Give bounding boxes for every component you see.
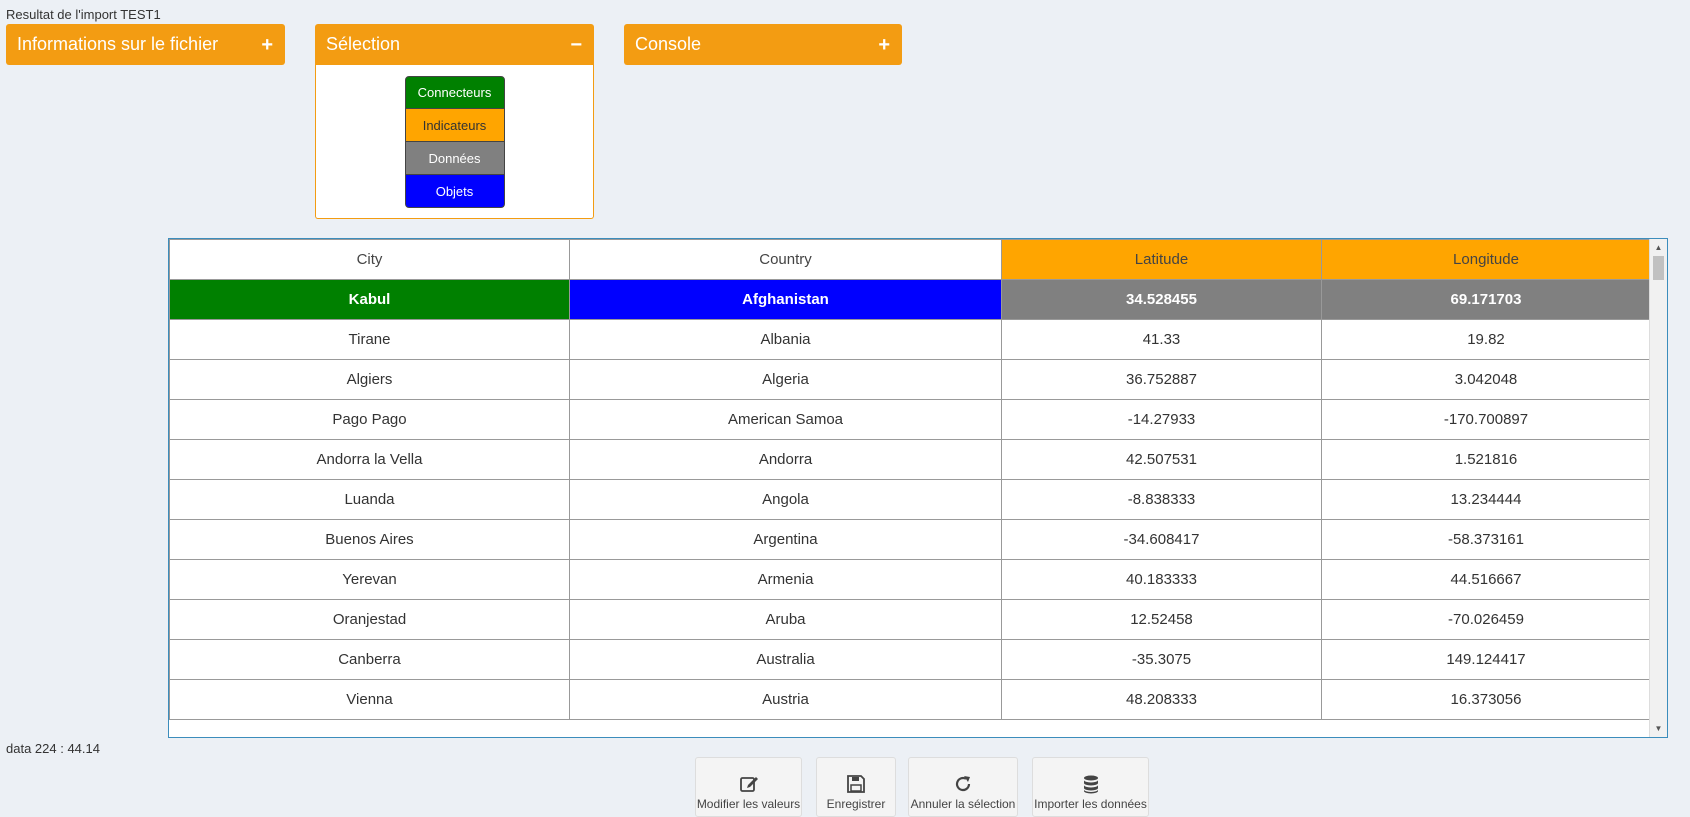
cell-city[interactable]: Vienna bbox=[169, 679, 570, 720]
table-row[interactable]: Yerevan Armenia 40.183333 44.516667 bbox=[169, 559, 1651, 600]
table-scrollbar[interactable]: ▲ ▼ bbox=[1649, 239, 1667, 737]
data-button[interactable]: Données bbox=[404, 142, 505, 175]
cell-longitude[interactable]: 19.82 bbox=[1321, 319, 1651, 360]
cell-longitude[interactable]: -170.700897 bbox=[1321, 399, 1651, 440]
connectors-button[interactable]: Connecteurs bbox=[404, 76, 505, 109]
cell-country[interactable]: Albania bbox=[569, 319, 1002, 360]
cancel-selection-label: Annuler la sélection bbox=[910, 797, 1016, 811]
column-header-country[interactable]: Country bbox=[569, 239, 1002, 280]
console-panel-title: Console bbox=[635, 34, 702, 54]
cell-country[interactable]: Austria bbox=[569, 679, 1002, 720]
data-table-container[interactable]: City Country Latitude Longitude Kabul Afg… bbox=[168, 238, 1668, 738]
cell-latitude[interactable]: -14.27933 bbox=[1001, 399, 1322, 440]
cell-city[interactable]: Andorra la Vella bbox=[169, 439, 570, 480]
status-text: data 224 : 44.14 bbox=[6, 741, 100, 756]
cell-longitude[interactable]: -70.026459 bbox=[1321, 599, 1651, 640]
save-icon bbox=[847, 775, 865, 793]
cell-longitude[interactable]: 44.516667 bbox=[1321, 559, 1651, 600]
cell-country[interactable]: American Samoa bbox=[569, 399, 1002, 440]
import-data-label: Importer les données bbox=[1034, 797, 1147, 811]
selection-panel: Sélection − Connecteurs Indicateurs Donn… bbox=[315, 24, 594, 219]
save-label: Enregistrer bbox=[826, 797, 886, 811]
page-title: Resultat de l'import TEST1 bbox=[6, 7, 161, 22]
cell-city[interactable]: Buenos Aires bbox=[169, 519, 570, 560]
expand-icon[interactable]: + bbox=[878, 35, 890, 55]
selection-panel-body: Connecteurs Indicateurs Données Objets bbox=[315, 65, 594, 219]
indicators-button[interactable]: Indicateurs bbox=[404, 109, 505, 142]
cell-city[interactable]: Canberra bbox=[169, 639, 570, 680]
table-header-row: City Country Latitude Longitude bbox=[169, 239, 1651, 280]
database-icon bbox=[1083, 775, 1098, 794]
cell-country[interactable]: Andorra bbox=[569, 439, 1002, 480]
table-row[interactable]: Luanda Angola -8.838333 13.234444 bbox=[169, 479, 1651, 520]
cell-longitude[interactable]: 149.124417 bbox=[1321, 639, 1651, 680]
scroll-down-icon[interactable]: ▼ bbox=[1650, 720, 1667, 737]
file-info-panel-header[interactable]: Informations sur le fichier + bbox=[6, 24, 285, 65]
table-row[interactable]: Kabul Afghanistan 34.528455 69.171703 bbox=[169, 279, 1651, 320]
cell-longitude[interactable]: 13.234444 bbox=[1321, 479, 1651, 520]
selection-button-group: Connecteurs Indicateurs Données Objets bbox=[404, 76, 505, 218]
cell-latitude[interactable]: -34.608417 bbox=[1001, 519, 1322, 560]
table-row[interactable]: Oranjestad Aruba 12.52458 -70.026459 bbox=[169, 599, 1651, 640]
data-table: City Country Latitude Longitude Kabul Afg… bbox=[169, 239, 1651, 720]
cell-city[interactable]: Tirane bbox=[169, 319, 570, 360]
file-info-panel: Informations sur le fichier + bbox=[6, 24, 285, 65]
cell-latitude[interactable]: 41.33 bbox=[1001, 319, 1322, 360]
edit-values-label: Modifier les valeurs bbox=[696, 797, 801, 811]
cell-city[interactable]: Luanda bbox=[169, 479, 570, 520]
edit-icon bbox=[739, 777, 758, 792]
cell-latitude[interactable]: -8.838333 bbox=[1001, 479, 1322, 520]
cancel-selection-button[interactable]: Annuler la sélection bbox=[908, 757, 1018, 817]
console-panel: Console + bbox=[624, 24, 902, 65]
cell-country[interactable]: Argentina bbox=[569, 519, 1002, 560]
cell-longitude[interactable]: 3.042048 bbox=[1321, 359, 1651, 400]
table-row[interactable]: Tirane Albania 41.33 19.82 bbox=[169, 319, 1651, 360]
cell-latitude[interactable]: 48.208333 bbox=[1001, 679, 1322, 720]
scroll-up-icon[interactable]: ▲ bbox=[1650, 239, 1667, 256]
table-row[interactable]: Andorra la Vella Andorra 42.507531 1.521816 bbox=[169, 439, 1651, 480]
selection-panel-header[interactable]: Sélection − bbox=[315, 24, 594, 65]
selection-panel-title: Sélection bbox=[326, 34, 401, 54]
console-panel-header[interactable]: Console + bbox=[624, 24, 902, 65]
cell-city[interactable]: Pago Pago bbox=[169, 399, 570, 440]
column-header-latitude[interactable]: Latitude bbox=[1001, 239, 1322, 280]
cell-city[interactable]: Oranjestad bbox=[169, 599, 570, 640]
cell-country[interactable]: Algeria bbox=[569, 359, 1002, 400]
cell-longitude[interactable]: 16.373056 bbox=[1321, 679, 1651, 720]
cell-longitude[interactable]: 69.171703 bbox=[1321, 279, 1651, 320]
cell-country[interactable]: Afghanistan bbox=[569, 279, 1002, 320]
cell-city[interactable]: Algiers bbox=[169, 359, 570, 400]
cell-latitude[interactable]: 40.183333 bbox=[1001, 559, 1322, 600]
table-row[interactable]: Canberra Australia -35.3075 149.124417 bbox=[169, 639, 1651, 680]
column-header-longitude[interactable]: Longitude bbox=[1321, 239, 1651, 280]
edit-values-button[interactable]: Modifier les valeurs bbox=[695, 757, 802, 817]
scroll-thumb[interactable] bbox=[1653, 256, 1664, 280]
cell-latitude[interactable]: 42.507531 bbox=[1001, 439, 1322, 480]
import-data-button[interactable]: Importer les données bbox=[1032, 757, 1149, 817]
save-button[interactable]: Enregistrer bbox=[816, 757, 896, 817]
table-row[interactable]: Algiers Algeria 36.752887 3.042048 bbox=[169, 359, 1651, 400]
expand-icon[interactable]: + bbox=[261, 35, 273, 55]
table-row[interactable]: Vienna Austria 48.208333 16.373056 bbox=[169, 679, 1651, 720]
cell-city[interactable]: Yerevan bbox=[169, 559, 570, 600]
file-info-panel-title: Informations sur le fichier bbox=[17, 34, 219, 54]
collapse-icon[interactable]: − bbox=[570, 35, 582, 55]
cell-country[interactable]: Armenia bbox=[569, 559, 1002, 600]
table-row[interactable]: Buenos Aires Argentina -34.608417 -58.37316… bbox=[169, 519, 1651, 560]
column-header-city[interactable]: City bbox=[169, 239, 570, 280]
cell-longitude[interactable]: -58.373161 bbox=[1321, 519, 1651, 560]
cell-city[interactable]: Kabul bbox=[169, 279, 570, 320]
objects-button[interactable]: Objets bbox=[404, 175, 505, 208]
cell-country[interactable]: Aruba bbox=[569, 599, 1002, 640]
table-row[interactable]: Pago Pago American Samoa -14.27933 -170.700… bbox=[169, 399, 1651, 440]
cell-latitude[interactable]: 36.752887 bbox=[1001, 359, 1322, 400]
cell-longitude[interactable]: 1.521816 bbox=[1321, 439, 1651, 480]
cell-latitude[interactable]: 34.528455 bbox=[1001, 279, 1322, 320]
cell-country[interactable]: Angola bbox=[569, 479, 1002, 520]
refresh-icon bbox=[955, 776, 971, 792]
cell-latitude[interactable]: 12.52458 bbox=[1001, 599, 1322, 640]
cell-latitude[interactable]: -35.3075 bbox=[1001, 639, 1322, 680]
cell-country[interactable]: Australia bbox=[569, 639, 1002, 680]
